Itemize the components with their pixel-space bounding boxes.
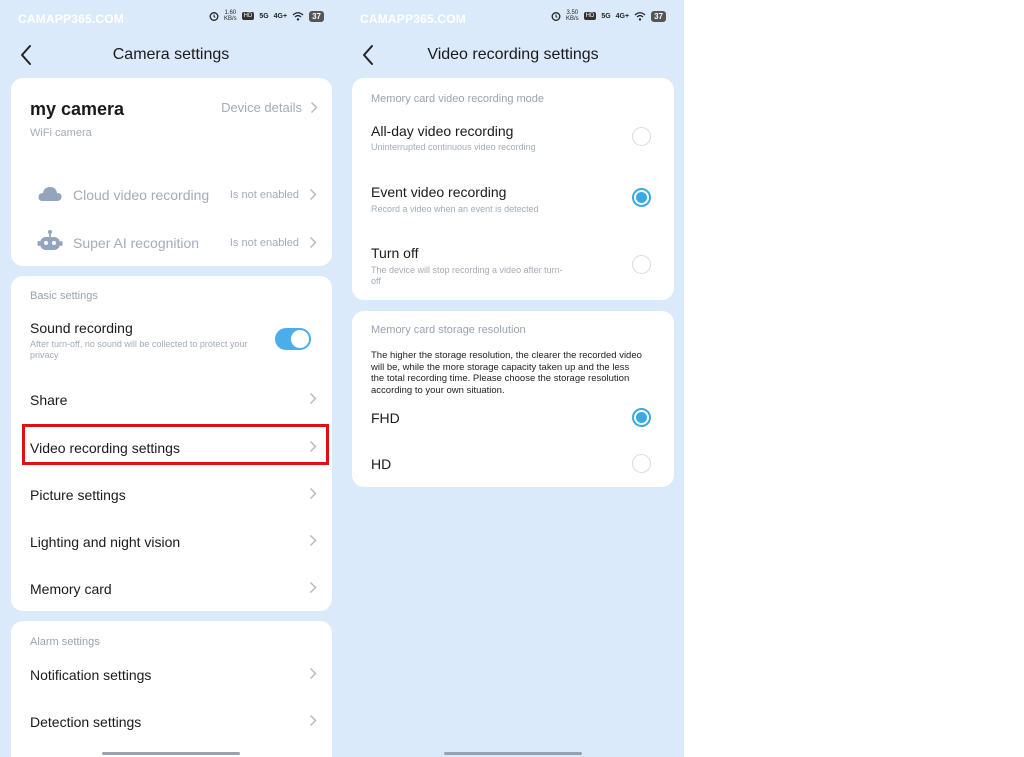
- signal-4g-icon: 4G+: [273, 12, 288, 20]
- all-day-recording-radio[interactable]: [632, 127, 651, 146]
- chevron-right-icon: [309, 188, 317, 201]
- storage-resolution-title: Memory card storage resolution: [371, 324, 526, 336]
- status-bar: CAMAPP365.COM 3.50 KB/s HD 5G 4G+ 37: [360, 10, 666, 28]
- home-indicator[interactable]: [102, 752, 240, 755]
- chevron-right-icon: [309, 236, 317, 249]
- alarm-icon: [551, 12, 561, 21]
- signal-5g-icon: 5G: [259, 12, 269, 20]
- battery-icon: 37: [651, 10, 666, 22]
- alarm-settings-card: Alarm settings Notification settings Det…: [11, 621, 332, 757]
- share-label: Share: [30, 392, 68, 408]
- detection-settings-label: Detection settings: [30, 714, 142, 730]
- alarm-settings-title: Alarm settings: [30, 636, 100, 648]
- all-day-recording-label: All-day video recording: [371, 123, 514, 139]
- cloud-recording-row[interactable]: Cloud video recording Is not enabled: [11, 180, 332, 210]
- fhd-radio[interactable]: [632, 408, 651, 427]
- device-type: WiFi camera: [30, 127, 92, 139]
- option-all-day-recording[interactable]: All-day video recording Uninterrupted co…: [352, 118, 674, 162]
- chevron-right-icon: [309, 392, 317, 405]
- hd-badge: HD: [241, 12, 255, 20]
- cloud-recording-label: Cloud video recording: [73, 187, 210, 203]
- chevron-right-icon: [309, 581, 317, 594]
- turn-off-radio[interactable]: [632, 255, 651, 274]
- storage-resolution-card: Memory card storage resolution The highe…: [352, 311, 674, 487]
- chevron-right-icon: [309, 534, 317, 547]
- settings-item-picture[interactable]: Picture settings: [11, 477, 332, 511]
- lighting-night-vision-label: Lighting and night vision: [30, 534, 181, 550]
- chevron-right-icon: [309, 487, 317, 500]
- all-day-recording-description: Uninterrupted continuous video recording: [371, 142, 536, 152]
- memory-card-label: Memory card: [30, 581, 112, 597]
- event-recording-radio[interactable]: [632, 188, 651, 207]
- hd-badge: HD: [583, 12, 597, 20]
- basic-settings-title: Basic settings: [30, 290, 98, 302]
- battery-icon: 37: [309, 10, 324, 22]
- option-turn-off[interactable]: Turn off The device will stop recording …: [352, 241, 674, 291]
- picture-settings-label: Picture settings: [30, 487, 126, 503]
- signal-5g-icon: 5G: [601, 12, 611, 20]
- settings-item-detection[interactable]: Detection settings: [11, 704, 332, 738]
- device-card: my camera WiFi camera Device details Clo…: [11, 78, 332, 266]
- cloud-recording-status: Is not enabled: [229, 189, 299, 201]
- option-hd[interactable]: HD: [352, 449, 674, 479]
- option-fhd[interactable]: FHD: [352, 403, 674, 433]
- status-icons: 1.60 KB/s HD 5G 4G+ 37: [209, 10, 324, 22]
- super-ai-label: Super AI recognition: [73, 235, 200, 251]
- option-event-recording[interactable]: Event video recording Record a video whe…: [352, 179, 674, 223]
- wifi-icon: [292, 12, 304, 21]
- fhd-label: FHD: [371, 410, 400, 426]
- robot-icon: [37, 230, 63, 250]
- sound-recording-toggle[interactable]: [275, 328, 311, 350]
- sound-recording-label: Sound recording: [30, 320, 133, 336]
- chevron-right-icon: [309, 667, 317, 680]
- super-ai-status: Is not enabled: [229, 237, 299, 249]
- settings-item-memory-card[interactable]: Memory card: [11, 571, 332, 605]
- status-icons: 3.50 KB/s HD 5G 4G+ 37: [551, 10, 666, 22]
- settings-item-lighting[interactable]: Lighting and night vision: [11, 524, 332, 558]
- turn-off-description: The device will stop recording a video a…: [371, 265, 563, 286]
- sound-recording-description: After turn-off, no sound will be collect…: [30, 339, 248, 360]
- video-recording-settings-screen: CAMAPP365.COM 3.50 KB/s HD 5G 4G+ 37 Vide…: [342, 0, 684, 757]
- turn-off-label: Turn off: [371, 245, 419, 261]
- watermark: CAMAPP365.COM: [18, 12, 124, 26]
- recording-mode-title: Memory card video recording mode: [371, 93, 545, 105]
- device-name: my camera: [30, 99, 125, 119]
- status-bar: CAMAPP365.COM 1.60 KB/s HD 5G 4G+ 37: [18, 10, 324, 28]
- wifi-icon: [634, 12, 646, 21]
- highlight-box: [22, 424, 329, 465]
- page-header: Video recording settings: [342, 40, 684, 70]
- watermark: CAMAPP365.COM: [360, 12, 466, 26]
- chevron-right-icon: [309, 714, 317, 727]
- storage-resolution-description: The higher the storage resolution, the c…: [371, 350, 642, 396]
- network-speed: 1.60 KB/s: [223, 10, 237, 22]
- page-title: Video recording settings: [427, 46, 599, 63]
- notification-settings-label: Notification settings: [30, 667, 152, 683]
- page-title: Camera settings: [112, 46, 230, 63]
- toggle-knob: [291, 330, 309, 348]
- settings-item-notification[interactable]: Notification settings: [11, 657, 332, 691]
- network-speed: 3.50 KB/s: [565, 10, 579, 22]
- super-ai-row[interactable]: Super AI recognition Is not enabled: [11, 228, 332, 258]
- home-indicator[interactable]: [444, 752, 582, 755]
- hd-radio[interactable]: [632, 454, 651, 473]
- cloud-icon: [38, 187, 62, 201]
- recording-mode-card: Memory card video recording mode All-day…: [352, 78, 674, 300]
- alarm-icon: [209, 12, 219, 21]
- signal-4g-icon: 4G+: [615, 12, 630, 20]
- event-recording-description: Record a video when an event is detected: [371, 204, 539, 214]
- device-details-link[interactable]: Device details: [221, 100, 318, 115]
- chevron-right-icon: [310, 101, 318, 114]
- page-header: Camera settings: [0, 40, 342, 70]
- device-details-label: Device details: [221, 100, 302, 115]
- camera-settings-screen: CAMAPP365.COM 1.60 KB/s HD 5G 4G+ 37 Came…: [0, 0, 342, 757]
- settings-item-share[interactable]: Share: [11, 382, 332, 416]
- hd-label: HD: [371, 456, 392, 472]
- event-recording-label: Event video recording: [371, 184, 507, 200]
- sound-recording-row: Sound recording After turn-off, no sound…: [11, 318, 332, 366]
